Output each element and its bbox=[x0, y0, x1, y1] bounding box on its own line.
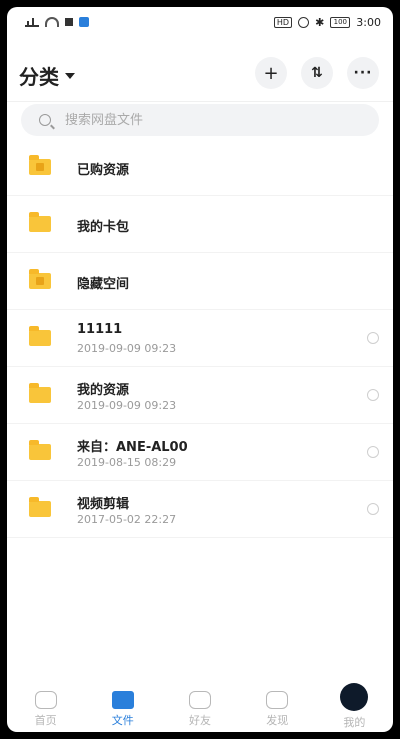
item-name: 11111 bbox=[77, 322, 123, 337]
tab-label: 好友 bbox=[189, 714, 211, 727]
status-right: HD ✱ 100 3:00 bbox=[273, 16, 381, 29]
list-item[interactable]: 我的卡包 bbox=[7, 196, 393, 253]
friends-icon bbox=[189, 691, 211, 709]
item-date: 2019-09-09 09:23 bbox=[77, 342, 177, 355]
bottom-tab-bar: 首页 文件 好友 发现 我的 bbox=[7, 683, 393, 732]
more-button[interactable]: ··· bbox=[347, 57, 379, 89]
list-item[interactable]: 视频剪辑 2017-05-02 22:27 bbox=[7, 481, 393, 538]
tab-label: 首页 bbox=[34, 714, 57, 727]
item-name: 已购资源 bbox=[77, 163, 130, 178]
item-name: 视频剪辑 bbox=[77, 497, 130, 512]
item-date: 2019-08-15 08:29 bbox=[77, 456, 177, 469]
add-icon: + bbox=[263, 62, 279, 84]
search-input[interactable] bbox=[63, 111, 347, 129]
signal-icon bbox=[25, 17, 39, 27]
sort-icon: ⇅ bbox=[311, 65, 323, 81]
select-radio[interactable] bbox=[367, 389, 379, 401]
hd-badge: HD bbox=[273, 17, 293, 28]
list-item[interactable]: 11111 2019-09-09 09:23 bbox=[7, 310, 393, 367]
alarm-icon bbox=[298, 17, 310, 28]
folder-icon bbox=[29, 326, 51, 346]
folder-icon bbox=[29, 383, 51, 403]
app-notification-icon bbox=[79, 17, 89, 27]
list-item[interactable]: 隐藏空间 bbox=[7, 253, 393, 310]
select-radio[interactable] bbox=[367, 332, 379, 344]
folder-icon bbox=[29, 212, 51, 232]
item-name: 隐藏空间 bbox=[77, 277, 130, 292]
tab-label: 文件 bbox=[111, 714, 134, 727]
discover-icon bbox=[266, 691, 289, 709]
search-bar[interactable] bbox=[21, 104, 379, 136]
page-header: 分类 + ⇅ ··· bbox=[7, 35, 393, 102]
list-item[interactable]: 已购资源 bbox=[7, 139, 393, 196]
item-name: 来自：ANE-AL00 bbox=[77, 440, 188, 455]
purchased-folder-icon bbox=[29, 155, 51, 175]
tab-home[interactable]: 首页 bbox=[7, 687, 84, 732]
folder-icon bbox=[111, 691, 134, 709]
bluetooth-icon: ✱ bbox=[315, 16, 325, 29]
status-bar: HD ✱ 100 3:00 bbox=[7, 7, 393, 35]
folder-icon bbox=[29, 440, 51, 460]
folder-icon bbox=[29, 497, 51, 517]
caret-down-icon bbox=[65, 72, 75, 79]
file-list: 已购资源 我的卡包 隐藏空间 11111 2019-09-09 09:23 我的… bbox=[7, 139, 393, 538]
page-title: 分类 bbox=[19, 65, 59, 89]
tab-mine[interactable]: 我的 bbox=[316, 683, 393, 732]
item-name: 我的卡包 bbox=[77, 220, 130, 235]
item-date: 2019-09-09 09:23 bbox=[77, 399, 177, 412]
search-icon bbox=[39, 114, 51, 126]
category-dropdown[interactable]: 分类 bbox=[19, 61, 75, 90]
battery-icon: 100 bbox=[330, 17, 351, 28]
tab-friends[interactable]: 好友 bbox=[161, 687, 238, 732]
status-left bbox=[25, 17, 89, 27]
list-item[interactable]: 我的资源 2019-09-09 09:23 bbox=[7, 367, 393, 424]
select-radio[interactable] bbox=[367, 446, 379, 458]
more-icon: ··· bbox=[353, 65, 373, 81]
wifi-icon bbox=[45, 17, 59, 27]
add-button[interactable]: + bbox=[255, 57, 287, 89]
status-time: 3:00 bbox=[356, 16, 381, 29]
tab-label: 我的 bbox=[343, 716, 366, 729]
tab-label: 发现 bbox=[266, 714, 289, 727]
tab-files[interactable]: 文件 bbox=[84, 687, 161, 732]
app-window: HD ✱ 100 3:00 分类 + ⇅ ··· 已购资源 bbox=[7, 7, 393, 732]
item-name: 我的资源 bbox=[77, 383, 130, 398]
list-item[interactable]: 来自：ANE-AL00 2019-08-15 08:29 bbox=[7, 424, 393, 481]
avatar-icon bbox=[340, 683, 369, 711]
hidden-folder-icon bbox=[29, 269, 51, 289]
item-date: 2017-05-02 22:27 bbox=[77, 513, 177, 526]
tab-discover[interactable]: 发现 bbox=[239, 687, 316, 732]
home-icon bbox=[34, 691, 57, 709]
sort-button[interactable]: ⇅ bbox=[301, 57, 333, 89]
square-icon bbox=[65, 18, 73, 26]
select-radio[interactable] bbox=[367, 503, 379, 515]
